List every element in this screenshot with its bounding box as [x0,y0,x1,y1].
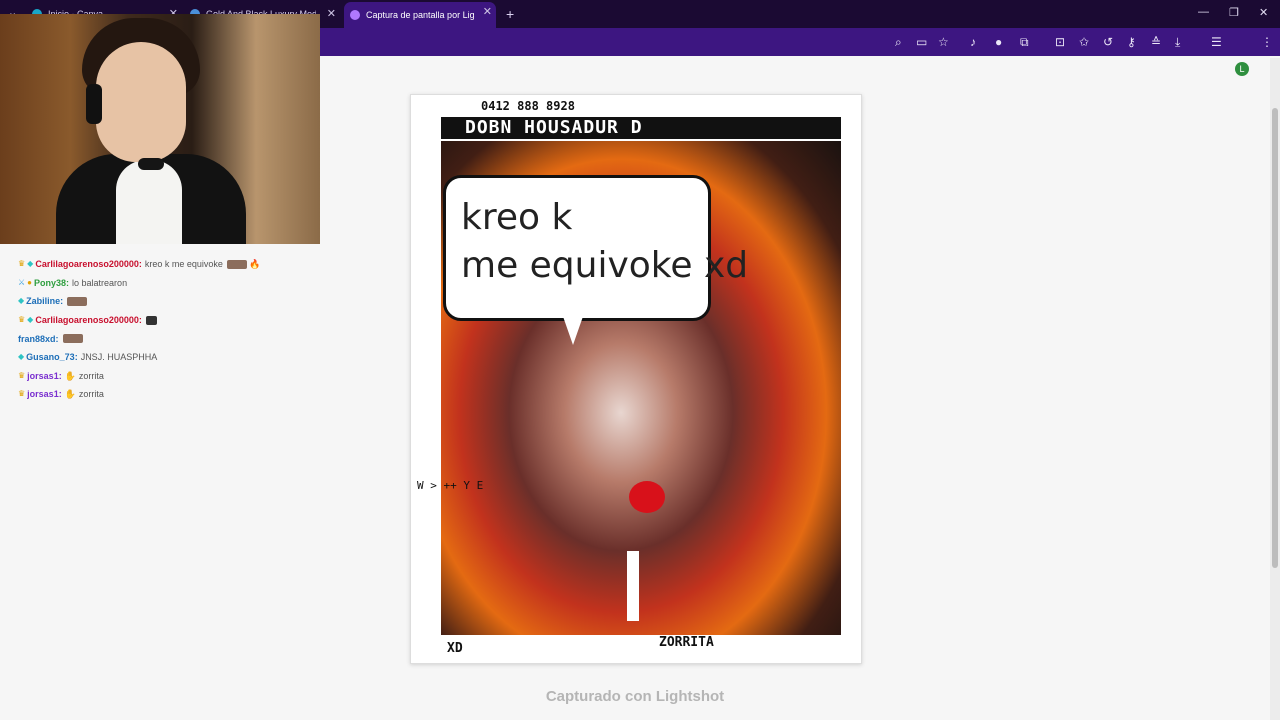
top-number-text: 0412 888 8928 [481,99,575,113]
speech-bubble-tail [559,305,587,345]
lightshot-caption: Capturado con Lightshot [545,688,725,705]
side-letters: W > ++ Y E [417,479,484,492]
extensions-puzzle-icon[interactable]: ⧉ [1020,35,1029,49]
crown-badge-icon: ♛ [18,315,26,325]
chat-message: ⚔ ● Pony38: lo balatrearon [18,274,318,293]
page-scrollbar[interactable] [1270,58,1280,720]
chat-message: fran88xd: [18,329,318,348]
close-tab-icon[interactable]: ✕ [327,7,336,20]
chat-text: JNSJ. HUASPHHA [80,352,158,363]
ok-hand-emoji-icon: ✋ [64,389,76,400]
diamond-badge-icon: ◆ [27,315,34,325]
microphone-icon [138,158,164,170]
lightshot-feather-icon [350,10,360,20]
chat-username: Carlilagoarenoso200000 [35,315,139,326]
bottom-left-text: XD [447,641,463,656]
chat-text: kreo k me equivoke [144,259,223,270]
favorites-icon[interactable]: ✩ [1079,35,1089,49]
screenshot-image[interactable]: 0412 888 8928 DOBN HOUSADUR D kreo k me … [410,94,862,664]
chat-colon: : [55,333,59,344]
chat-colon: : [58,389,62,400]
webcam-overlay [0,14,320,244]
clown-nose-shape [629,481,665,513]
headline-banner: DOBN HOUSADUR D [441,117,841,139]
tab-lightshot[interactable]: Captura de pantalla por Lightshot ✕ [344,2,496,28]
new-tab-button[interactable]: + [506,6,514,22]
chat-text: zorrita [78,370,104,381]
sword-badge-icon: ⚔ [18,277,26,287]
diamond-badge-icon: ◆ [27,259,34,269]
minimize-button[interactable]: — [1198,6,1209,18]
menu-dots-icon[interactable]: ⋮ [1261,35,1273,49]
chat-message: ♛ ◆ Carlilagoarenoso200000: kreo k me equ… [18,255,318,274]
sidebar-icon[interactable]: ☰ [1211,35,1222,49]
diamond-badge-icon: ◆ [18,296,25,306]
chat-message: ♛ jorsas1: ✋ zorrita [18,367,318,386]
emote-image [67,296,88,306]
crown-badge-icon: ♛ [18,259,26,269]
streamer-face [96,42,186,162]
restore-button[interactable]: ❐ [1229,6,1239,19]
chat-colon: : [138,315,142,326]
headset-icon [86,84,102,124]
chat-username: fran88xd [18,333,56,344]
chat-username: jorsas1 [27,370,59,381]
emote-image [226,259,247,269]
fire-emoji-icon: 🔥 [248,259,261,270]
chat-colon: : [60,296,64,307]
zoom-icon[interactable]: ⌕ [895,35,902,49]
chat-colon: : [66,277,70,288]
chat-colon: : [138,259,142,270]
chat-username: Pony38 [34,277,67,288]
chat-message: ♛ jorsas1: ✋ zorrita [18,385,318,404]
screenshot-icon[interactable]: ⊡ [1055,35,1065,49]
chat-username: Zabiline [26,296,61,307]
password-key-icon[interactable]: ⚷ [1127,35,1136,49]
history-icon[interactable]: ↺ [1103,35,1113,49]
chat-username: Carlilagoarenoso200000 [35,259,139,270]
crown-badge-icon: ♛ [18,389,26,399]
speech-line-1: kreo k [461,197,573,238]
chat-username: jorsas1 [27,389,59,400]
extension-blue-icon[interactable]: ● [995,35,1002,49]
diamond-badge-icon: ◆ [18,352,25,362]
read-aloud-icon[interactable]: ♪ [970,35,976,49]
cast-icon[interactable]: ▭ [916,35,927,49]
streamer-shirt [116,160,182,244]
tab-label: Captura de pantalla por Lightshot [366,10,474,20]
chat-colon: : [74,352,78,363]
speech-line-2: me equivoke xd [461,245,749,286]
ok-hand-emoji-icon: ✋ [64,370,76,381]
chat-overlay: ♛ ◆ Carlilagoarenoso200000: kreo k me equ… [18,255,318,404]
collections-icon[interactable]: ≙ [1151,35,1161,49]
chat-text: lo balatrearon [72,277,128,288]
bookmark-star-icon[interactable]: ☆ [938,35,949,49]
info-badge-icon: ● [27,277,33,287]
emote-image [145,315,157,325]
download-icon[interactable]: ⤓ [1175,35,1180,49]
close-tab-icon[interactable]: ✕ [483,5,492,18]
cigarette-shape [627,551,639,621]
bottom-label: ZORRITA [659,635,714,650]
scrollbar-thumb[interactable] [1272,108,1278,568]
chat-text: zorrita [78,389,104,400]
emote-image [62,334,83,344]
chat-message: ◆ Gusano_73: JNSJ. HUASPHHA [18,348,318,367]
chat-message: ♛ ◆ Carlilagoarenoso200000: [18,311,318,330]
chat-username: Gusano_73 [26,352,75,363]
chat-colon: : [58,370,62,381]
profile-avatar[interactable]: L [1235,62,1249,76]
chat-message: ◆ Zabiline: [18,292,318,311]
crown-badge-icon: ♛ [18,370,26,380]
close-window-button[interactable]: ✕ [1259,6,1268,19]
